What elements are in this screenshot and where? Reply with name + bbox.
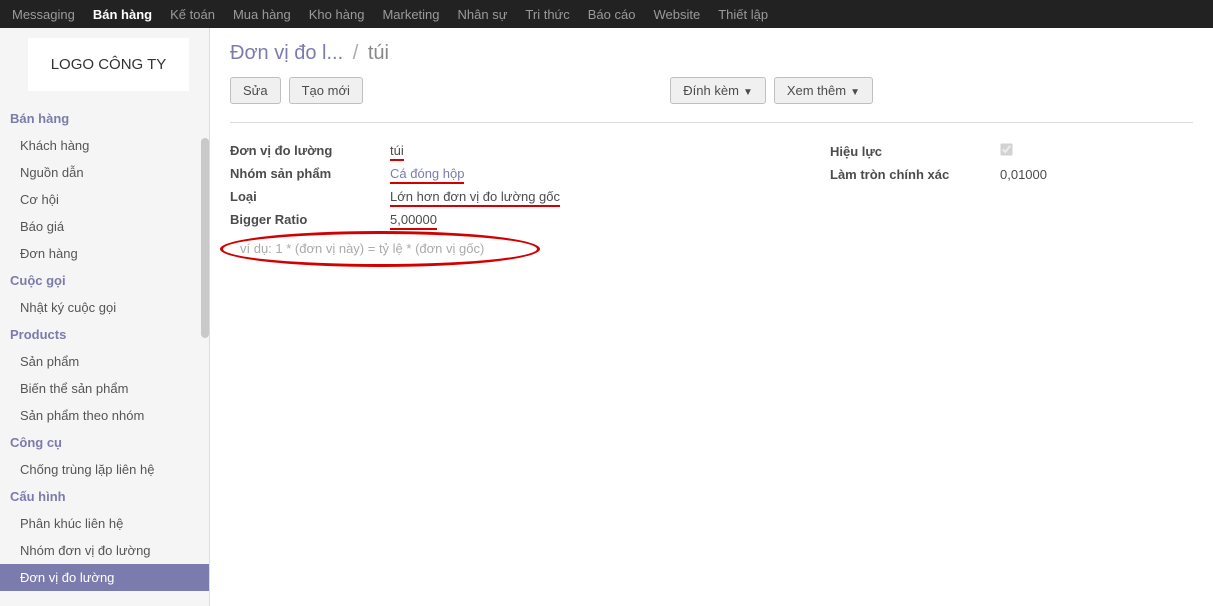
topnav-item[interactable]: Bán hàng: [91, 3, 154, 26]
sidebar-item[interactable]: Sản phẩm: [0, 348, 209, 375]
sidebar-item[interactable]: Nhóm đơn vị đo lường: [0, 537, 209, 564]
sidebar-item[interactable]: Biến thể sản phẩm: [0, 375, 209, 402]
more-button[interactable]: Xem thêm ▼: [774, 77, 873, 104]
label-ratio: Bigger Ratio: [230, 212, 390, 227]
sidebar-item[interactable]: Phân khúc liên hệ: [0, 510, 209, 537]
label-uom: Đơn vị đo lường: [230, 143, 390, 158]
topnav-item[interactable]: Marketing: [380, 3, 441, 26]
value-type: Lớn hơn đơn vị đo lường gốc: [390, 189, 560, 204]
topnav-item[interactable]: Messaging: [10, 3, 77, 26]
breadcrumb: Đơn vị đo l... / túi: [230, 42, 1193, 65]
attach-button[interactable]: Đính kèm ▼: [670, 77, 766, 104]
sidebar-item[interactable]: Đơn vị đo lường: [0, 564, 209, 591]
create-button[interactable]: Tạo mới: [289, 77, 363, 104]
label-rounding: Làm tròn chính xác: [830, 167, 1000, 182]
value-active: [1000, 143, 1013, 159]
sidebar-header: Products: [0, 321, 209, 348]
company-logo: LOGO CÔNG TY: [28, 38, 189, 91]
main-content: Đơn vị đo l... / túi Sửa Tạo mới Đính kè…: [210, 28, 1213, 606]
sidebar-item[interactable]: Chống trùng lặp liên hệ: [0, 456, 209, 483]
sidebar-header: Bán hàng: [0, 105, 209, 132]
value-ratio: 5,00000: [390, 212, 437, 227]
label-active: Hiệu lực: [830, 144, 1000, 159]
sidebar-header: Cuộc gọi: [0, 267, 209, 294]
sidebar-item[interactable]: Nguồn dẫn: [0, 159, 209, 186]
edit-button[interactable]: Sửa: [230, 77, 281, 104]
sidebar-item[interactable]: Khách hàng: [0, 132, 209, 159]
toolbar: Sửa Tạo mới Đính kèm ▼ Xem thêm ▼: [230, 77, 1193, 104]
breadcrumb-current: túi: [368, 42, 389, 64]
sidebar-header: Cấu hình: [0, 483, 209, 510]
topnav-item[interactable]: Tri thức: [523, 3, 571, 26]
sidebar-scrollbar[interactable]: [201, 138, 209, 338]
topnav-item[interactable]: Website: [651, 3, 702, 26]
top-nav: Messaging Bán hàng Kế toán Mua hàng Kho hàng…: [0, 0, 1213, 28]
attach-label: Đính kèm: [683, 83, 739, 98]
more-label: Xem thêm: [787, 83, 846, 98]
topnav-item[interactable]: Kế toán: [168, 3, 217, 26]
sidebar-item[interactable]: Báo giá: [0, 213, 209, 240]
topnav-item[interactable]: Thiết lập: [716, 3, 770, 26]
sidebar-item[interactable]: Cơ hội: [0, 186, 209, 213]
sidebar-item[interactable]: Sản phẩm theo nhóm: [0, 402, 209, 429]
breadcrumb-parent[interactable]: Đơn vị đo l...: [230, 42, 343, 64]
active-checkbox: [1000, 143, 1012, 155]
topnav-item[interactable]: Kho hàng: [307, 3, 367, 26]
label-type: Loại: [230, 189, 390, 204]
chevron-down-icon: ▼: [743, 87, 753, 98]
breadcrumb-sep: /: [353, 42, 359, 64]
sidebar-item[interactable]: Đơn hàng: [0, 240, 209, 267]
value-rounding: 0,01000: [1000, 167, 1047, 182]
sidebar-item[interactable]: Nhật ký cuộc gọi: [0, 294, 209, 321]
value-uom: túi: [390, 143, 404, 158]
value-group[interactable]: Cá đóng hộp: [390, 166, 464, 181]
label-group: Nhóm sản phẩm: [230, 166, 390, 181]
form: Đơn vị đo lường túi Nhóm sản phẩm Cá đón…: [230, 139, 1193, 262]
divider: [230, 122, 1193, 123]
topnav-item[interactable]: Nhân sự: [456, 3, 510, 26]
topnav-item[interactable]: Báo cáo: [586, 3, 638, 26]
sidebar: LOGO CÔNG TY Bán hàngKhách hàngNguồn dẫn…: [0, 28, 210, 606]
topnav-item[interactable]: Mua hàng: [231, 3, 293, 26]
chevron-down-icon: ▼: [850, 87, 860, 98]
hint-text: ví dụ: 1 * (đơn vị này) = tỷ lệ * (đơn v…: [230, 235, 494, 262]
sidebar-header: Công cụ: [0, 429, 209, 456]
